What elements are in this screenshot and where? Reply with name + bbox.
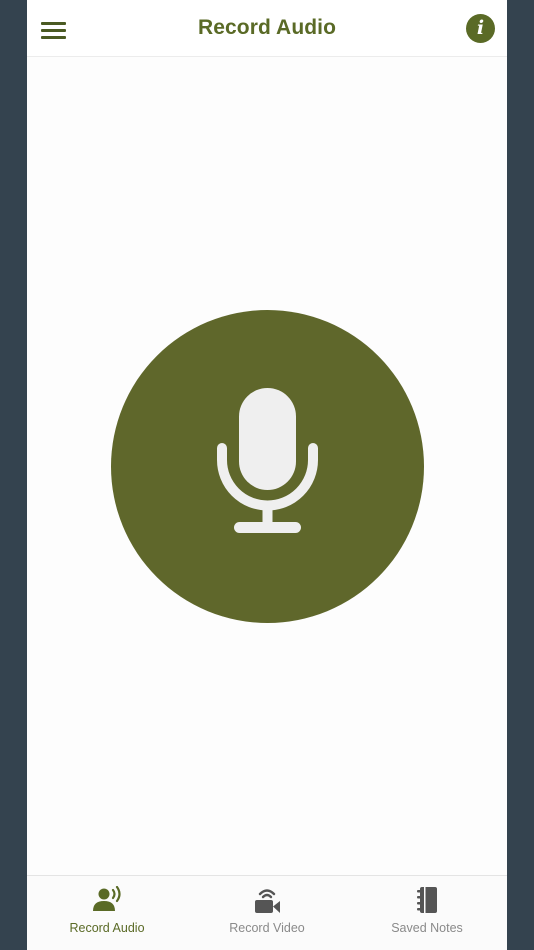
notebook-icon — [417, 887, 437, 913]
app-screen: Record Audio i Record Audio Record Video… — [27, 0, 507, 950]
tab-record-video[interactable]: Record Video — [187, 876, 347, 950]
person-speaking-icon — [93, 886, 121, 911]
tab-label: Record Audio — [69, 921, 145, 935]
bottom-tab-bar: Record Audio Record Video Saved Notes — [27, 875, 507, 950]
tab-label: Record Video — [229, 921, 305, 935]
main-content — [27, 57, 507, 875]
microphone-icon — [217, 388, 318, 533]
record-audio-button[interactable] — [111, 310, 424, 623]
info-button[interactable]: i — [466, 14, 495, 43]
page-title: Record Audio — [197, 16, 337, 39]
tab-record-audio[interactable]: Record Audio — [27, 876, 187, 950]
tab-saved-notes[interactable]: Saved Notes — [347, 876, 507, 950]
app-header: Record Audio i — [27, 0, 507, 57]
video-camera-icon — [255, 889, 280, 913]
tab-label: Saved Notes — [391, 921, 463, 935]
info-icon: i — [476, 17, 485, 39]
